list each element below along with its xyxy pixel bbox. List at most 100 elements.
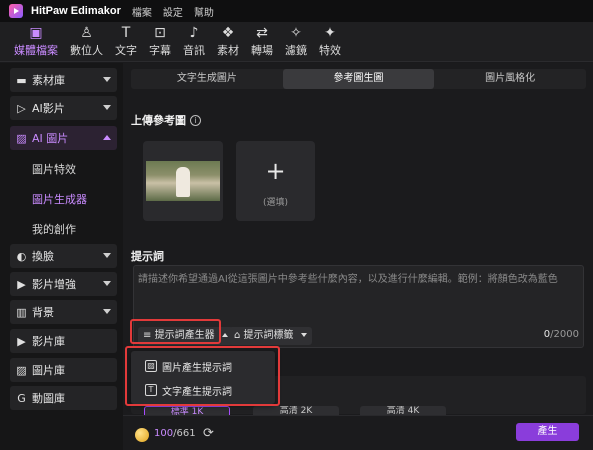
sidebar-item-label: 動圖庫 — [32, 392, 65, 405]
sidebar-item-label: AI 圖片 — [32, 132, 69, 145]
sidebar-item-label: 影片增強 — [32, 278, 76, 291]
audio-icon: ♪ — [189, 25, 199, 41]
sidebar-sub-image-effects[interactable]: 圖片特效 — [32, 161, 76, 177]
text-icon: T — [145, 384, 157, 396]
image-icon: ▨ — [145, 360, 157, 372]
toolbar-label: 數位人 — [70, 44, 103, 57]
sidebar-item-label: 換臉 — [32, 250, 54, 263]
effects-icon: ✦ — [324, 25, 336, 41]
sidebar-item-background[interactable]: ▥ 背景 — [10, 300, 117, 324]
app-logo-icon — [9, 4, 23, 18]
sidebar-item-video-enhance[interactable]: ▶ 影片增強 — [10, 272, 117, 296]
toolbar-label: 音訊 — [183, 44, 205, 57]
tab-image-to-image[interactable]: 參考圖生圖 — [282, 69, 435, 89]
sidebar-sub-image-generator[interactable]: 圖片生成器 — [32, 191, 87, 207]
prompt-generator-dropdown: ▨ 圖片產生提示詞 T 文字產生提示詞 — [131, 351, 275, 404]
figure-shape — [176, 167, 190, 197]
menu-settings[interactable]: 設定 — [163, 4, 183, 19]
sidebar-item-video-library[interactable]: ▶ 影片庫 — [10, 329, 117, 353]
upload-title: 上傳參考圖 — [131, 114, 186, 127]
tab-image-stylize[interactable]: 圖片風格化 — [434, 69, 586, 89]
generate-button[interactable]: 產生 — [516, 423, 579, 441]
sidebar-item-label: AI影片 — [32, 102, 65, 115]
info-icon[interactable]: i — [190, 115, 201, 126]
folder-icon: ▬ — [16, 73, 27, 87]
toolbar-material[interactable]: ❖ 素材 — [211, 22, 245, 61]
toolbar-effects[interactable]: ✦ 特效 — [313, 22, 347, 61]
video-enhance-icon: ▶ — [17, 277, 26, 291]
prompt-tags-button[interactable]: ⌂ 提示詞標籤 — [229, 327, 312, 345]
sidebar-item-gif-library[interactable]: G 動圖庫 — [10, 386, 117, 410]
main-panel: 文字生成圖片 參考圖生圖 圖片風格化 上傳參考圖 i + (選填) 提示詞 請描述… — [123, 63, 593, 450]
plus-icon: + — [265, 157, 286, 185]
toolbar-label: 媒體檔案 — [14, 44, 58, 57]
char-count-max: /2000 — [550, 329, 579, 340]
sidebar-item-label: 圖片庫 — [32, 364, 65, 377]
sidebar-item-label: 影片庫 — [32, 335, 65, 348]
upload-section-title: 上傳參考圖 i — [131, 112, 201, 128]
text-to-prompt-option[interactable]: T 文字產生提示詞 — [131, 378, 275, 402]
toolbar-label: 素材 — [217, 44, 239, 57]
sidebar-item-material-library[interactable]: ▬ 素材庫 — [10, 68, 117, 92]
transition-icon: ⇄ — [256, 25, 268, 41]
chevron-down-icon — [103, 105, 111, 110]
sidebar-item-image-library[interactable]: ▨ 圖片庫 — [10, 358, 117, 382]
prompt-tags-label: 提示詞標籤 — [243, 330, 294, 341]
footer-bar: 100/661 ⟳ 產生 — [123, 415, 593, 450]
avatar-icon: ♙ — [80, 25, 93, 41]
toolbar-avatar[interactable]: ♙ 數位人 — [64, 22, 109, 61]
toolbar-subtitle[interactable]: ⊡ 字幕 — [143, 22, 177, 61]
option-label: 文字產生提示詞 — [162, 386, 232, 398]
sidebar-item-label: 素材庫 — [32, 74, 65, 87]
subtitle-icon: ⊡ — [154, 25, 166, 41]
main-toolbar: ▣ 媒體檔案 ♙ 數位人 T 文字 ⊡ 字幕 ♪ 音訊 ❖ 素材 ⇄ 轉場 ✧ … — [0, 22, 593, 62]
sidebar-item-face-swap[interactable]: ◐ 換臉 — [10, 244, 117, 268]
sidebar-item-label: 背景 — [32, 306, 54, 319]
text-icon: T — [121, 25, 131, 41]
toolbar-label: 字幕 — [149, 44, 171, 57]
menu-file[interactable]: 檔案 — [132, 4, 152, 19]
tag-icon: ⌂ — [234, 330, 241, 341]
chevron-down-icon — [103, 309, 111, 314]
toolbar-label: 特效 — [319, 44, 341, 57]
menu-help[interactable]: 幫助 — [194, 4, 214, 19]
toolbar-audio[interactable]: ♪ 音訊 — [177, 22, 211, 61]
credits-current: 100 — [154, 428, 174, 439]
tab-text-to-image[interactable]: 文字生成圖片 — [131, 69, 283, 89]
prompt-generator-label: 提示詞產生器 — [154, 330, 215, 341]
prompt-title: 提示詞 — [131, 250, 164, 263]
image-library-icon: ▨ — [16, 363, 27, 377]
material-icon: ❖ — [221, 25, 235, 41]
chevron-down-icon — [103, 77, 111, 82]
reference-image-thumbnail[interactable] — [143, 141, 223, 221]
mode-tabs: 文字生成圖片 參考圖生圖 圖片風格化 — [131, 69, 586, 89]
toolbar-text[interactable]: T 文字 — [109, 22, 143, 61]
add-reference-image-button[interactable]: + (選填) — [236, 141, 315, 221]
chevron-down-icon — [103, 253, 111, 258]
toolbar-transition[interactable]: ⇄ 轉場 — [245, 22, 279, 61]
toolbar-label: 濾鏡 — [285, 44, 307, 57]
toolbar-media[interactable]: ▣ 媒體檔案 — [8, 22, 64, 61]
toolbar-label: 文字 — [115, 44, 137, 57]
sidebar-item-ai-video[interactable]: ▷ AI影片 — [10, 96, 117, 120]
prompt-input[interactable]: 請描述你希望通過AI從這張圖片中參考些什麼內容，以及進行什麼編輯。範例：將顏色改… — [133, 265, 584, 348]
scrollbar[interactable] — [586, 93, 590, 413]
toolbar-filter[interactable]: ✧ 濾鏡 — [279, 22, 313, 61]
ai-image-icon: ▨ — [16, 131, 27, 145]
credits-counter: 100/661 — [154, 428, 196, 439]
media-icon: ▣ — [29, 25, 43, 41]
background-icon: ▥ — [16, 305, 27, 319]
video-library-icon: ▶ — [17, 334, 26, 348]
coin-icon — [135, 428, 149, 442]
sidebar-sub-my-creations[interactable]: 我的創作 — [32, 221, 76, 237]
prompt-generator-button[interactable]: ≡ 提示詞產生器 — [138, 327, 233, 345]
gif-library-icon: G — [17, 391, 26, 405]
refresh-icon[interactable]: ⟳ — [203, 426, 214, 441]
sidebar-item-ai-image[interactable]: ▨ AI 圖片 — [10, 126, 117, 150]
prompt-placeholder: 請描述你希望通過AI從這張圖片中參考些什麼內容，以及進行什麼編輯。範例：將顏色改… — [138, 274, 558, 285]
image-to-prompt-option[interactable]: ▨ 圖片產生提示詞 — [131, 354, 275, 378]
chevron-down-icon — [103, 281, 111, 286]
char-counter: 0/2000 — [544, 329, 579, 340]
credits-total: /661 — [173, 428, 196, 439]
face-swap-icon: ◐ — [16, 249, 27, 263]
